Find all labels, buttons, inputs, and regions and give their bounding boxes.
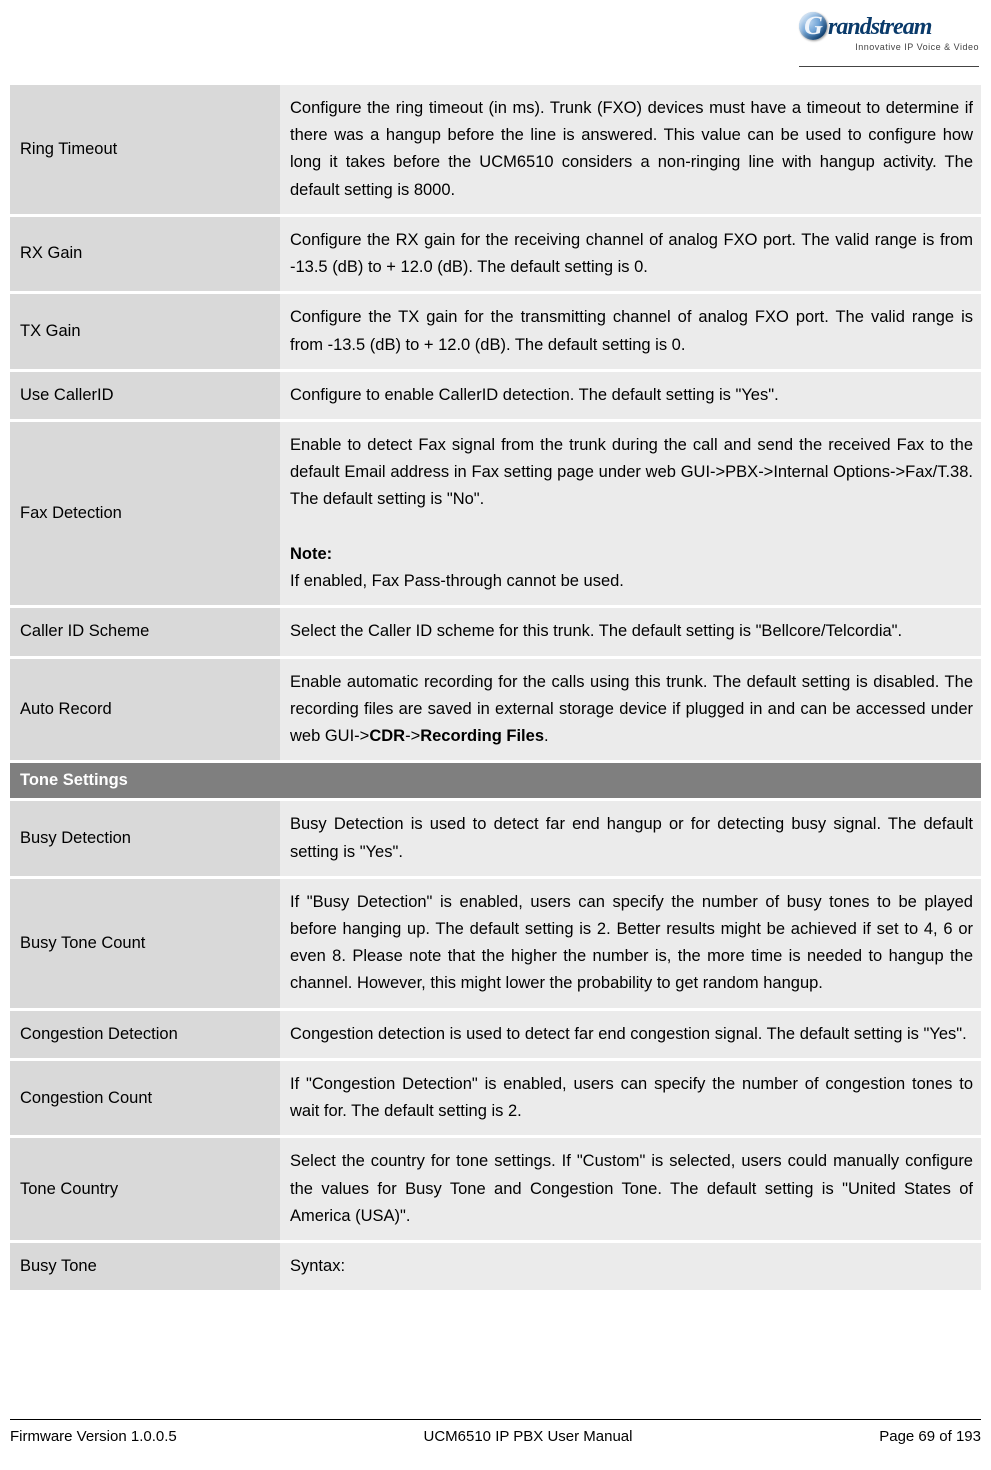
setting-label: Tone Country [10, 1138, 280, 1240]
setting-label: Caller ID Scheme [10, 608, 280, 655]
setting-description: Busy Detection is used to detect far end… [280, 801, 981, 875]
table-row: Auto RecordEnable automatic recording fo… [10, 659, 981, 761]
setting-label: Auto Record [10, 659, 280, 761]
footer-page: Page 69 of 193 [879, 1428, 981, 1445]
section-header: Tone Settings [10, 763, 981, 798]
table-row: Tone CountrySelect the country for tone … [10, 1138, 981, 1240]
setting-description: Syntax: [280, 1243, 981, 1290]
setting-label: Use CallerID [10, 372, 280, 419]
setting-description: Select the Caller ID scheme for this tru… [280, 608, 981, 655]
setting-description: Enable automatic recording for the calls… [280, 659, 981, 761]
setting-label: Busy Tone [10, 1243, 280, 1290]
setting-label: RX Gain [10, 217, 280, 291]
setting-label: TX Gain [10, 294, 280, 368]
table-row: Busy DetectionBusy Detection is used to … [10, 801, 981, 875]
table-row: Ring TimeoutConfigure the ring timeout (… [10, 85, 981, 214]
logo-g-icon: G [799, 12, 827, 40]
table-row: TX GainConfigure the TX gain for the tra… [10, 294, 981, 368]
table-row: RX GainConfigure the RX gain for the rec… [10, 217, 981, 291]
setting-description: Configure the RX gain for the receiving … [280, 217, 981, 291]
logo-tagline: Innovative IP Voice & Video [799, 42, 979, 52]
setting-label: Fax Detection [10, 422, 280, 605]
table-row: Caller ID SchemeSelect the Caller ID sch… [10, 608, 981, 655]
setting-description: Congestion detection is used to detect f… [280, 1011, 981, 1058]
setting-label: Busy Tone Count [10, 879, 280, 1008]
table-row: Use CallerIDConfigure to enable CallerID… [10, 372, 981, 419]
table-row: Busy ToneSyntax: [10, 1243, 981, 1290]
setting-label: Busy Detection [10, 801, 280, 875]
setting-label: Ring Timeout [10, 85, 280, 214]
setting-label: Congestion Count [10, 1061, 280, 1135]
setting-label: Congestion Detection [10, 1011, 280, 1058]
footer-title: UCM6510 IP PBX User Manual [424, 1428, 633, 1445]
logo-text: randstream [828, 14, 931, 40]
table-row: Busy Tone CountIf "Busy Detection" is en… [10, 879, 981, 1008]
setting-description: Configure the ring timeout (in ms). Trun… [280, 85, 981, 214]
table-row: Congestion CountIf "Congestion Detection… [10, 1061, 981, 1135]
setting-description: Enable to detect Fax signal from the tru… [280, 422, 981, 605]
brand-logo: Grandstream Innovative IP Voice & Video [799, 12, 979, 67]
footer-firmware: Firmware Version 1.0.0.5 [10, 1428, 177, 1445]
table-row: Fax DetectionEnable to detect Fax signal… [10, 422, 981, 605]
table-row: Congestion DetectionCongestion detection… [10, 1011, 981, 1058]
setting-description: If "Busy Detection" is enabled, users ca… [280, 879, 981, 1008]
page-footer: Firmware Version 1.0.0.5 UCM6510 IP PBX … [10, 1419, 981, 1445]
settings-table: Ring TimeoutConfigure the ring timeout (… [10, 82, 981, 1293]
setting-description: Select the country for tone settings. If… [280, 1138, 981, 1240]
setting-description: If "Congestion Detection" is enabled, us… [280, 1061, 981, 1135]
setting-description: Configure to enable CallerID detection. … [280, 372, 981, 419]
section-header-label: Tone Settings [10, 763, 981, 798]
setting-description: Configure the TX gain for the transmitti… [280, 294, 981, 368]
